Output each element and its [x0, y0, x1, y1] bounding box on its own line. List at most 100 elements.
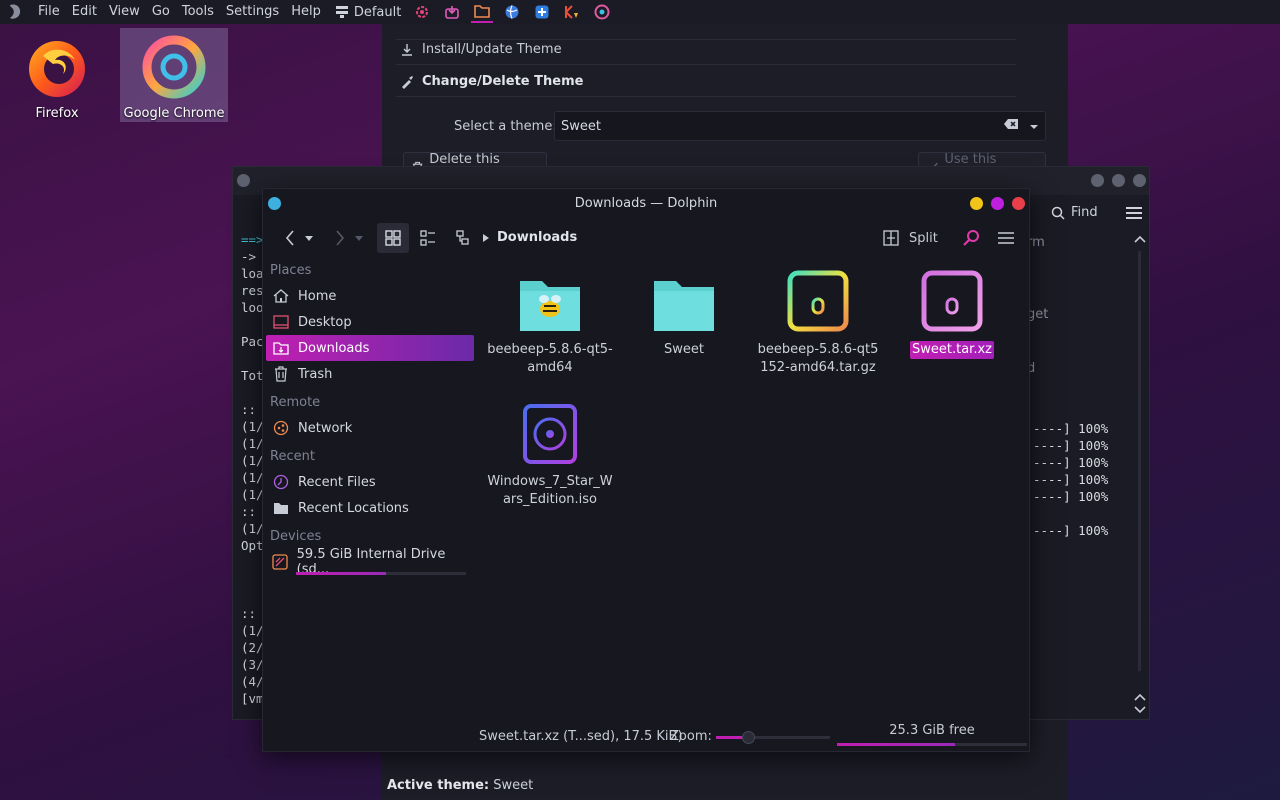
- sidebar-item-label: Recent Locations: [298, 500, 409, 516]
- zoom-label: Zoom:: [670, 729, 712, 744]
- zoom-slider[interactable]: [716, 731, 830, 744]
- menu-tools[interactable]: Tools: [176, 0, 220, 24]
- install-theme-row[interactable]: Install/Update Theme: [400, 42, 562, 57]
- sidebar-item-home[interactable]: Home: [266, 283, 474, 309]
- desktop-icon-label: Google Chrome: [123, 106, 225, 121]
- file-item[interactable]: Sweet: [621, 273, 747, 359]
- close-button[interactable]: [1012, 197, 1025, 210]
- back-history-dropdown[interactable]: [303, 223, 315, 253]
- menu-settings[interactable]: Settings: [220, 0, 285, 24]
- free-space-label[interactable]: 25.3 GiB free: [837, 723, 1027, 738]
- minimize-button[interactable]: [1091, 174, 1104, 187]
- remote-header: Remote: [270, 395, 321, 410]
- menu-file[interactable]: File: [32, 0, 66, 24]
- hard-drive-icon: [272, 553, 289, 571]
- software-launcher[interactable]: [531, 1, 553, 23]
- hamburger-menu-icon: [998, 232, 1014, 244]
- file-item[interactable]: Windows_7_Star_Wars_Edition.iso: [487, 403, 613, 509]
- kate-launcher[interactable]: [561, 1, 583, 23]
- hamburger-menu-button[interactable]: [993, 223, 1019, 253]
- split-button[interactable]: Split: [883, 223, 938, 253]
- hamburger-menu-icon[interactable]: [1125, 206, 1142, 219]
- menu-edit[interactable]: Edit: [66, 0, 103, 24]
- zoom-slider-handle[interactable]: [741, 731, 755, 744]
- theme-select-value: Sweet: [561, 118, 601, 134]
- split-label: Split: [909, 230, 938, 246]
- sidebar-item-recent-files[interactable]: Recent Files: [266, 469, 474, 495]
- settings-launcher[interactable]: [411, 1, 433, 23]
- change-theme-row[interactable]: Change/Delete Theme: [400, 74, 583, 89]
- file-name: Sweet: [664, 342, 704, 357]
- active-theme-label: Active theme:: [387, 778, 490, 793]
- archive-icon: [921, 270, 983, 332]
- scrollbar-track[interactable]: [1138, 251, 1141, 671]
- compact-view-icon: [420, 230, 435, 246]
- chevron-down-icon[interactable]: [1134, 706, 1146, 714]
- terminal-scrollbar[interactable]: [1133, 231, 1147, 715]
- folder-launcher[interactable]: [471, 1, 494, 23]
- maximize-button[interactable]: [991, 197, 1004, 210]
- browser-launcher[interactable]: [501, 1, 523, 23]
- discover-launcher[interactable]: [441, 1, 463, 23]
- desktop-icon: [272, 313, 290, 331]
- sidebar-item-network[interactable]: Network: [266, 415, 474, 441]
- sidebar-item-trash[interactable]: Trash: [266, 361, 474, 387]
- file-name: Windows_7_Star_Wars_Edition.iso: [487, 474, 613, 507]
- details-view-icon: [456, 230, 469, 245]
- details-view-button[interactable]: [449, 223, 479, 253]
- terminal-line: (1/: [241, 487, 264, 502]
- sidebar-item-recent-locations[interactable]: Recent Locations: [266, 495, 474, 521]
- chevron-up-icon[interactable]: [1134, 693, 1146, 701]
- window-menu-button[interactable]: [237, 174, 250, 187]
- back-button[interactable]: [279, 223, 301, 253]
- activities-icon: [335, 6, 348, 18]
- chrome-launcher[interactable]: [591, 1, 613, 23]
- file-item[interactable]: beebeep-5.8.6-qt5-amd64: [487, 273, 613, 377]
- dolphin-app-icon[interactable]: [4, 1, 26, 23]
- desktop-icon-firefox[interactable]: Firefox: [3, 30, 111, 124]
- divider: [396, 39, 1016, 40]
- status-bar: Sweet.tar.xz (T...sed), 17.5 KiB) Zoom: …: [263, 723, 1029, 751]
- breadcrumb[interactable]: Downloads: [483, 230, 577, 245]
- compact-view-button[interactable]: [413, 223, 443, 253]
- recent-files-icon: [272, 473, 290, 491]
- dolphin-window: Downloads — Dolphin Downloads Split Plac…: [262, 188, 1030, 752]
- menu-go[interactable]: Go: [146, 0, 176, 24]
- menu-help[interactable]: Help: [285, 0, 327, 24]
- paint-icon: [402, 75, 413, 89]
- sidebar-item-label: Recent Files: [298, 474, 376, 490]
- forward-button[interactable]: [329, 223, 351, 253]
- minimize-button[interactable]: [970, 197, 983, 210]
- progress-line: ----] 100%: [1033, 472, 1109, 487]
- file-item-selected[interactable]: Sweet.tar.xz: [889, 269, 1015, 359]
- firefox-icon: [29, 41, 85, 97]
- file-item[interactable]: beebeep-5.8.6-qt5152-amd64.tar.gz: [755, 269, 881, 377]
- icons-view-button[interactable]: [377, 223, 409, 253]
- downloads-folder-icon: [272, 339, 290, 357]
- maximize-button[interactable]: [1112, 174, 1125, 187]
- folder-icon: [474, 5, 491, 18]
- active-theme-value: Sweet: [493, 778, 534, 793]
- desktop-icon-google-chrome[interactable]: Google Chrome: [120, 28, 228, 122]
- chevron-up-icon[interactable]: [1134, 235, 1146, 243]
- clear-icon[interactable]: [1003, 118, 1019, 134]
- close-button[interactable]: [1133, 174, 1146, 187]
- find-button[interactable]: Find: [1051, 205, 1142, 220]
- active-theme-status: Active theme: Sweet: [387, 778, 533, 793]
- drive-capacity-fill: [296, 572, 387, 575]
- breadcrumb-current[interactable]: Downloads: [497, 230, 577, 245]
- places-panel: Places Home Desktop Downloads Trash Remo…: [266, 259, 474, 577]
- forward-history-dropdown[interactable]: [353, 223, 365, 253]
- chevron-down-icon[interactable]: [1029, 119, 1039, 134]
- terminal-line: ==>: [241, 232, 264, 247]
- install-icon: [402, 43, 412, 56]
- menu-view[interactable]: View: [103, 0, 146, 24]
- theme-select[interactable]: Sweet: [554, 111, 1046, 141]
- sidebar-item-downloads[interactable]: Downloads: [266, 335, 474, 361]
- activity-switcher[interactable]: Default: [327, 5, 408, 20]
- sidebar-item-desktop[interactable]: Desktop: [266, 309, 474, 335]
- search-button[interactable]: [959, 223, 985, 253]
